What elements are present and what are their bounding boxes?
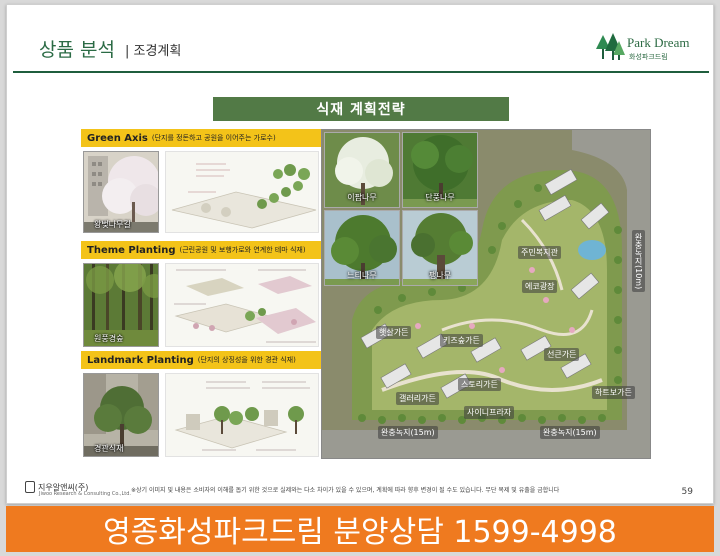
section-header-green-axis: Green Axis (단지를 정돈하고 공원을 이어주는 가로수) <box>81 129 321 147</box>
map-label-sky-plaza: 사이니프라자 <box>464 406 515 419</box>
park-dream-logo: Park Dream 화성파크드림 <box>595 31 691 65</box>
tree-photo-4: 팽나무 <box>402 210 478 286</box>
theme-planting-diagram <box>165 263 319 347</box>
map-label-eco-square: 에코광장 <box>522 280 558 293</box>
section-note: (단지를 정돈하고 공원을 이어주는 가로수) <box>151 134 276 142</box>
map-label-buffer-left: 완충녹지(15m) <box>378 426 438 439</box>
map-label-buffer-vertical: 완충녹지(10m) <box>632 230 645 293</box>
tree-photo-2: 단풍나무 <box>402 132 478 208</box>
tree-photo-1: 이팝나무 <box>324 132 400 208</box>
section-title: Theme Planting <box>87 244 176 256</box>
map-label-story-garden: 스토리가든 <box>458 378 501 391</box>
company-mark-icon <box>25 481 35 493</box>
map-label-heart-garden: 하트보가든 <box>592 386 635 399</box>
company-subname: Jiwoo Research & Consulting Co.,Ltd. <box>39 491 131 497</box>
photo-label: 왕벚나무길 <box>94 220 131 229</box>
landmark-planting-photo: 경관식재 <box>83 373 159 457</box>
tree-logo-icon <box>596 33 625 60</box>
slide: 상품 분석 | 조경계획 Park Dream 화성파크드림 식재 계획전략 G… <box>6 4 714 504</box>
landmark-planting-diagram <box>165 373 319 457</box>
section-title: Landmark Planting <box>87 354 194 366</box>
map-label-sun-garden: 선큰가든 <box>544 348 580 361</box>
planting-sections-panel: Green Axis (단지를 정돈하고 공원을 이어주는 가로수) 왕벚나무길 <box>81 129 321 459</box>
green-axis-photo: 왕벚나무길 <box>83 151 159 233</box>
page-number: 59 <box>681 487 693 497</box>
section-title: Green Axis <box>87 132 148 144</box>
tree-photo-3: 느티나무 <box>324 210 400 286</box>
tree-label: 팽나무 <box>428 271 452 280</box>
section-header-theme-planting: Theme Planting (근린공원 및 보행가로와 연계한 테마 식재) <box>81 241 321 259</box>
disclaimer-text: ※상기 이미지 및 내용은 소비자의 이해를 돕기 위한 것으로 실제와는 다소… <box>131 487 560 494</box>
sales-contact-banner[interactable]: 영종화성파크드림 분양상담 1599-4998 <box>6 506 714 552</box>
header-divider <box>13 71 709 73</box>
photo-label: 원풍경숲 <box>94 334 124 343</box>
slide-header: 상품 분석 | 조경계획 Park Dream 화성파크드림 <box>7 5 713 73</box>
green-axis-diagram <box>165 151 319 233</box>
section-header-landmark-planting: Landmark Planting (단지의 상징성을 위한 경관 식재) <box>81 351 321 369</box>
map-label-resident-hall: 주민복지관 <box>518 246 561 259</box>
theme-planting-photo: 원풍경숲 <box>83 263 159 347</box>
tree-label: 느티나무 <box>347 271 377 280</box>
map-label-kids-garden: 키즈숲가든 <box>440 334 483 347</box>
logo-subtext: 화성파크드림 <box>629 53 668 61</box>
site-landscape-map: 이팝나무 단풍나무 느티나무 팽나무 주민복지관 에코광장 햇살가든 키즈숲가든… <box>321 129 651 459</box>
company-logo: 지우알앤씨(주) Jiwoo Research & Consulting Co.… <box>25 481 131 497</box>
section-note: (근린공원 및 보행가로와 연계한 테마 식재) <box>179 246 306 254</box>
tree-label: 단풍나무 <box>425 193 455 202</box>
planting-strategy-banner: 식재 계획전략 <box>213 97 509 121</box>
photo-label: 경관식재 <box>94 444 124 453</box>
map-label-herb-garden: 햇살가든 <box>376 326 412 339</box>
page-subtitle: | 조경계획 <box>125 44 182 59</box>
map-label-gallery-garden: 갤러리가든 <box>396 392 439 405</box>
section-note: (단지의 상징성을 위한 경관 식재) <box>197 356 296 364</box>
page-title: 상품 분석 <box>39 39 115 61</box>
logo-text: Park Dream <box>627 35 690 50</box>
tree-label: 이팝나무 <box>347 193 377 202</box>
map-label-buffer-right: 완충녹지(15m) <box>540 426 600 439</box>
